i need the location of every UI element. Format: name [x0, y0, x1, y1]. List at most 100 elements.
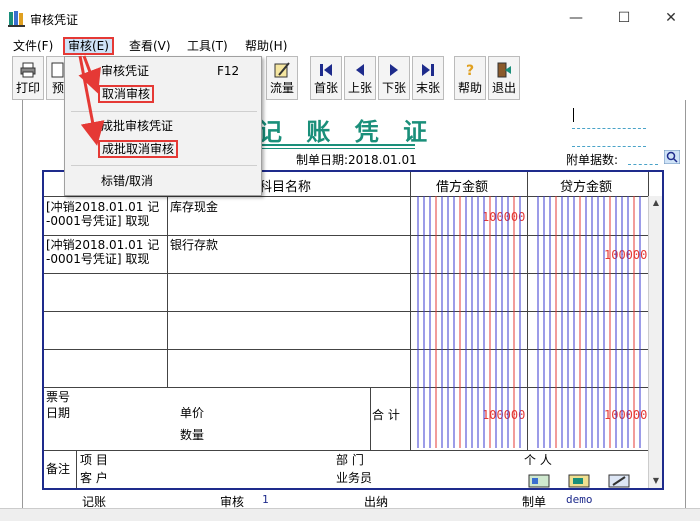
menu-bar: 文件(F) 审核(E) 查看(V) 工具(T) 帮助(H) — [0, 36, 700, 56]
last-button[interactable]: 末张 — [412, 56, 444, 100]
grid-header-line — [44, 196, 662, 197]
scroll-down-icon[interactable]: ▼ — [649, 474, 663, 488]
grid-col-account — [410, 172, 411, 450]
print-label: 打印 — [15, 81, 40, 95]
menu-separator-1 — [71, 111, 257, 112]
exit-button[interactable]: 退出 — [488, 56, 520, 100]
title-bar: 审核凭证 — ☐ ✕ — [0, 0, 700, 36]
next-button[interactable]: 下张 — [378, 56, 410, 100]
menu-view[interactable]: 查看(V) — [126, 37, 174, 55]
first-icon — [320, 64, 332, 76]
remark-label: 备注 — [46, 462, 71, 476]
pen-card-icon[interactable] — [608, 474, 630, 488]
menu-item-mark-error[interactable]: 标错/取消 — [101, 172, 153, 190]
grid-col-remark — [76, 450, 77, 488]
prev-button[interactable]: 上张 — [344, 56, 376, 100]
person-card-icon[interactable] — [528, 474, 550, 488]
voucher-grid: 科目名称 借方金额 贷方金额 [冲销2018.01.01 记 -0001号凭证]… — [42, 170, 664, 490]
status-bar — [0, 508, 700, 521]
edit-icon — [274, 62, 290, 78]
grid-row-line-3 — [44, 311, 662, 312]
column-debit: 借方金额 — [436, 180, 489, 195]
customer-label: 客 户 — [80, 471, 108, 485]
flow-label: 流量 — [269, 81, 294, 95]
menu-item-audit-voucher[interactable]: 审核凭证 — [101, 62, 149, 80]
menu-audit[interactable]: 审核(E) — [63, 37, 114, 55]
exit-label: 退出 — [491, 81, 516, 95]
exit-icon — [497, 62, 511, 78]
voucher-title: 记 账 凭 证 — [258, 117, 436, 146]
menu-help[interactable]: 帮助(H) — [242, 37, 290, 55]
title-underline-thin — [255, 148, 415, 149]
help-label: 帮助 — [457, 81, 482, 95]
grid-row-line-5 — [44, 387, 662, 388]
grid-col-total-label — [370, 387, 371, 450]
menu-tools[interactable]: 工具(T) — [184, 37, 231, 55]
maximize-button[interactable]: ☐ — [613, 8, 635, 28]
last-icon — [422, 64, 434, 76]
grid-row-line-1 — [44, 235, 662, 236]
window-title: 审核凭证 — [30, 13, 79, 27]
svg-text:?: ? — [466, 63, 474, 79]
menu-item-batch-cancel-audit[interactable]: 成批取消审核 — [98, 140, 179, 158]
audit-value: 1 — [262, 493, 269, 506]
menu-separator-2 — [71, 165, 257, 166]
menu-item-cancel-audit[interactable]: 取消审核 — [98, 85, 155, 103]
project-label: 项 目 — [80, 453, 108, 467]
attachment-count-label: 附单据数: — [566, 153, 619, 167]
last-label: 末张 — [415, 81, 440, 95]
total-debit: 100000 — [482, 408, 526, 422]
next-label: 下张 — [381, 81, 406, 95]
first-button[interactable]: 首张 — [310, 56, 342, 100]
prev-icon — [356, 64, 364, 76]
department-label: 部 门 — [336, 453, 364, 467]
maker-value: demo — [566, 493, 593, 506]
close-button[interactable]: ✕ — [660, 8, 682, 28]
row2-summary-line2[interactable]: -0001号凭证] 取现 — [46, 252, 149, 266]
minimize-button[interactable]: — — [565, 8, 587, 28]
row2-credit[interactable]: 100000 — [604, 248, 647, 262]
first-label: 首张 — [313, 81, 338, 95]
print-button[interactable]: 打印 — [12, 56, 44, 100]
grid-row-line-4 — [44, 349, 662, 350]
menu-item-batch-audit[interactable]: 成批审核凭证 — [101, 117, 173, 135]
next-icon — [390, 64, 398, 76]
help-icon: ? — [466, 63, 474, 79]
audit-dropdown-menu: 审核凭证 F12 取消审核 成批审核凭证 成批取消审核 标错/取消 — [64, 56, 262, 196]
grid-col-debit — [527, 172, 528, 450]
grid-total-line — [44, 450, 662, 451]
app-icon — [8, 11, 25, 27]
date-row-label: 日期 — [46, 406, 71, 420]
row1-summary-line1[interactable]: [冲销2018.01.01 记 — [46, 200, 159, 214]
prev-label: 上张 — [347, 81, 372, 95]
voucher-number-line-2 — [572, 146, 646, 147]
menu-item-audit-shortcut: F12 — [217, 64, 240, 78]
attachment-count-field[interactable] — [628, 164, 658, 165]
total-label: 合 计 — [372, 408, 400, 422]
row1-account[interactable]: 库存现金 — [170, 200, 218, 214]
person-label: 个 人 — [524, 453, 552, 467]
magnifier-icon[interactable] — [664, 150, 680, 164]
grid-row-line-2 — [44, 273, 662, 274]
ticket-label: 票号 — [46, 390, 71, 404]
row2-summary-line1[interactable]: [冲销2018.01.01 记 — [46, 238, 159, 252]
row1-summary-line2[interactable]: -0001号凭证] 取现 — [46, 214, 149, 228]
row2-account[interactable]: 银行存款 — [170, 238, 218, 252]
column-account: 科目名称 — [259, 180, 312, 195]
dept-card-icon[interactable] — [568, 474, 590, 488]
menu-file[interactable]: 文件(F) — [10, 37, 56, 55]
flow-button[interactable]: 流量 — [266, 56, 298, 100]
voucher-number-line — [572, 128, 646, 129]
vertical-scrollbar[interactable]: ▲ ▼ — [648, 196, 662, 488]
grid-col-summary — [167, 196, 168, 387]
printer-icon — [20, 62, 36, 78]
scroll-up-icon[interactable]: ▲ — [649, 196, 663, 210]
column-credit: 贷方金额 — [560, 180, 613, 195]
total-credit: 100000 — [604, 408, 648, 422]
help-button[interactable]: ? 帮助 — [454, 56, 486, 100]
row1-debit[interactable]: 100000 — [482, 210, 525, 224]
quantity-label: 数量 — [180, 428, 205, 442]
title-underline — [255, 144, 415, 146]
salesman-label: 业务员 — [336, 471, 373, 485]
price-label: 单价 — [180, 406, 205, 420]
